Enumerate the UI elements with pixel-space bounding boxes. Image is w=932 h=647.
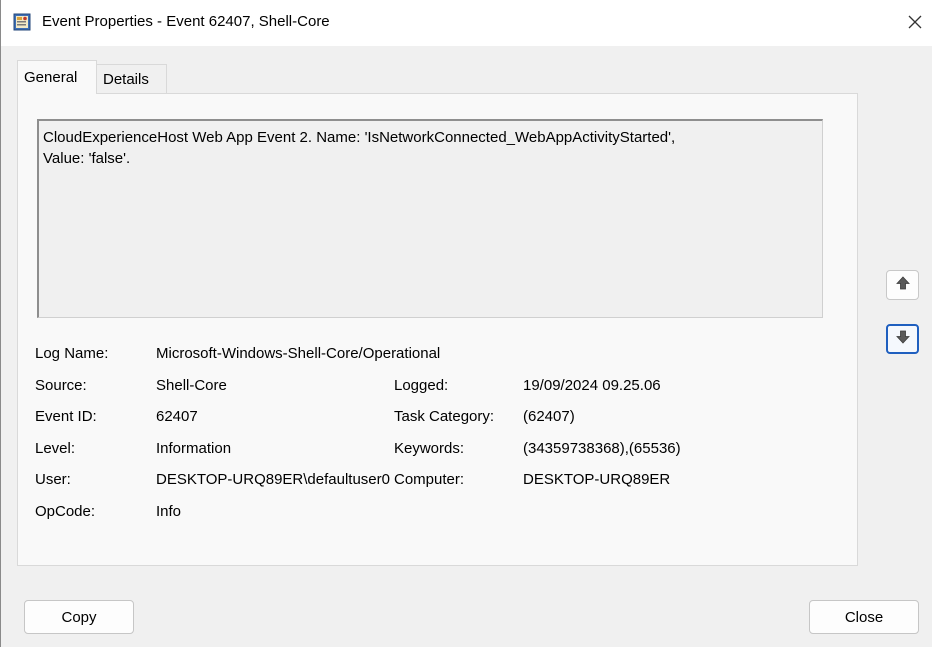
keywords-value[interactable]: (34359738368),(65536)	[523, 440, 681, 457]
title-bar: Event Properties - Event 62407, Shell-Co…	[1, 0, 932, 46]
logged-label: Logged:	[394, 377, 449, 394]
log-name-label: Log Name:	[35, 345, 109, 362]
event-description-box[interactable]: CloudExperienceHost Web App Event 2. Nam…	[37, 119, 823, 318]
event-id-label: Event ID:	[35, 408, 97, 425]
level-label: Level:	[35, 440, 76, 457]
tab-details-label: Details	[103, 70, 149, 88]
close-icon[interactable]	[899, 6, 931, 38]
computer-value[interactable]: DESKTOP-URQ89ER	[523, 471, 670, 488]
task-category-label: Task Category:	[394, 408, 495, 425]
opcode-value[interactable]: Info	[156, 503, 181, 520]
log-name-value[interactable]: Microsoft-Windows-Shell-Core/Operational	[156, 345, 440, 362]
tab-general-label: General	[24, 69, 78, 86]
source-label: Source:	[35, 377, 87, 394]
computer-label: Computer:	[394, 471, 465, 488]
arrow-down-icon	[895, 329, 911, 349]
window-title: Event Properties - Event 62407, Shell-Co…	[42, 13, 330, 30]
previous-event-button[interactable]	[886, 270, 919, 300]
user-label: User:	[35, 471, 71, 488]
close-button[interactable]: Close	[809, 600, 919, 634]
event-id-value[interactable]: 62407	[156, 408, 198, 425]
level-value[interactable]: Information	[156, 440, 231, 457]
tab-general[interactable]: General	[17, 60, 97, 94]
tab-details[interactable]: Details	[97, 64, 167, 93]
event-properties-window: Event Properties - Event 62407, Shell-Co…	[0, 0, 932, 647]
event-viewer-icon	[13, 13, 31, 31]
user-value[interactable]: DESKTOP-URQ89ER\defaultuser0	[156, 471, 392, 488]
logged-value[interactable]: 19/09/2024 09.25.06	[523, 377, 661, 394]
task-category-value[interactable]: (62407)	[523, 408, 575, 425]
next-event-button[interactable]	[886, 324, 919, 354]
copy-button[interactable]: Copy	[24, 600, 134, 634]
arrow-up-icon	[895, 275, 911, 295]
opcode-label: OpCode:	[35, 503, 96, 520]
keywords-label: Keywords:	[394, 440, 465, 457]
source-value[interactable]: Shell-Core	[156, 377, 227, 394]
